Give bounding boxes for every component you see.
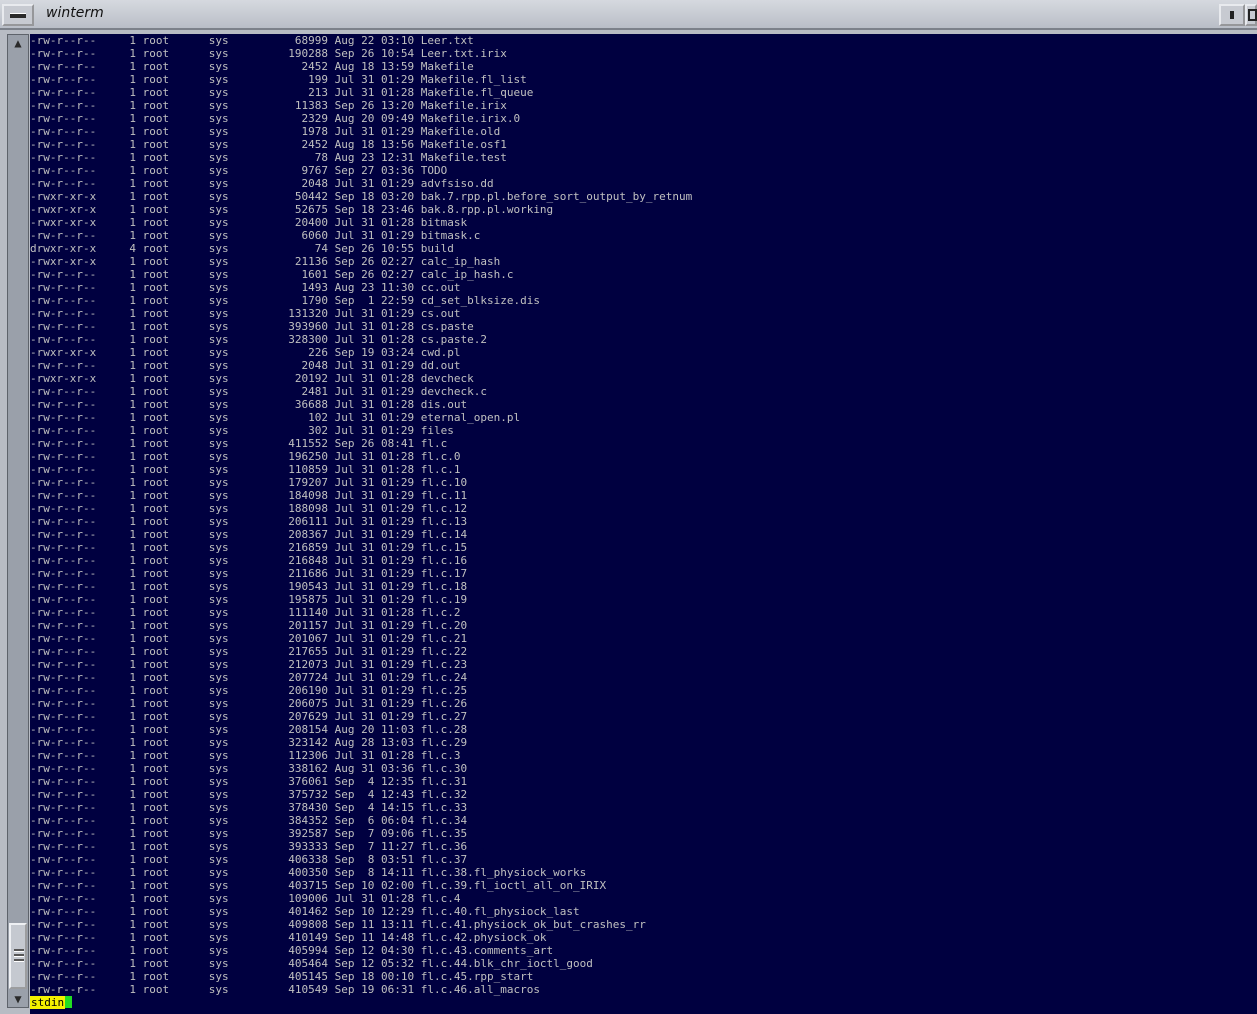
listing-row: -rw-r--r-- 1 root sys 11383 Sep 26 13:20… bbox=[30, 99, 507, 112]
listing-row: -rw-r--r-- 1 root sys 410549 Sep 19 06:3… bbox=[30, 983, 540, 996]
listing-row: -rw-r--r-- 1 root sys 208367 Jul 31 01:2… bbox=[30, 528, 468, 541]
listing-row: -rw-r--r-- 1 root sys 302 Jul 31 01:29 f… bbox=[30, 424, 454, 437]
text-cursor bbox=[65, 996, 73, 1008]
listing-row: -rw-r--r-- 1 root sys 410149 Sep 11 14:4… bbox=[30, 931, 547, 944]
listing-row: -rwxr-xr-x 1 root sys 52675 Sep 18 23:46… bbox=[30, 203, 554, 216]
listing-row: -rw-r--r-- 1 root sys 195875 Jul 31 01:2… bbox=[30, 593, 468, 606]
maximize-icon bbox=[1248, 9, 1257, 21]
listing-row: -rw-r--r-- 1 root sys 184098 Jul 31 01:2… bbox=[30, 489, 468, 502]
scrollbar-thumb[interactable] bbox=[9, 923, 27, 989]
maximize-button[interactable] bbox=[1245, 4, 1257, 26]
listing-row: -rw-r--r-- 1 root sys 401462 Sep 10 12:2… bbox=[30, 905, 580, 918]
directory-listing: -rw-r--r-- 1 root sys 68999 Aug 22 03:10… bbox=[30, 34, 692, 996]
minimize-icon bbox=[1230, 11, 1234, 19]
scroll-down-arrow-icon[interactable]: ▼ bbox=[9, 992, 27, 1006]
listing-row: -rw-r--r-- 1 root sys 409808 Sep 11 13:1… bbox=[30, 918, 646, 931]
listing-row: -rw-r--r-- 1 root sys 384352 Sep 6 06:04… bbox=[30, 814, 468, 827]
listing-row: -rw-r--r-- 1 root sys 201067 Jul 31 01:2… bbox=[30, 632, 468, 645]
title-bar[interactable]: winterm bbox=[0, 0, 1257, 30]
listing-row: -rw-r--r-- 1 root sys 190543 Jul 31 01:2… bbox=[30, 580, 468, 593]
listing-row: -rw-r--r-- 1 root sys 36688 Jul 31 01:28… bbox=[30, 398, 468, 411]
listing-row: -rw-r--r-- 1 root sys 405994 Sep 12 04:3… bbox=[30, 944, 554, 957]
listing-row: -rw-r--r-- 1 root sys 201157 Jul 31 01:2… bbox=[30, 619, 468, 632]
listing-row: -rw-r--r-- 1 root sys 378430 Sep 4 14:15… bbox=[30, 801, 468, 814]
listing-row: -rw-r--r-- 1 root sys 2452 Aug 18 13:56 … bbox=[30, 138, 507, 151]
window-menu-button[interactable] bbox=[2, 4, 34, 26]
listing-row: -rw-r--r-- 1 root sys 323142 Aug 28 13:0… bbox=[30, 736, 468, 749]
listing-row: -rw-r--r-- 1 root sys 375732 Sep 4 12:43… bbox=[30, 788, 468, 801]
listing-row: drwxr-xr-x 4 root sys 74 Sep 26 10:55 bu… bbox=[30, 242, 454, 255]
listing-row: -rw-r--r-- 1 root sys 2048 Jul 31 01:29 … bbox=[30, 177, 494, 190]
listing-row: -rw-r--r-- 1 root sys 179207 Jul 31 01:2… bbox=[30, 476, 468, 489]
listing-row: -rw-r--r-- 1 root sys 338162 Aug 31 03:3… bbox=[30, 762, 468, 775]
listing-row: -rw-r--r-- 1 root sys 9767 Sep 27 03:36 … bbox=[30, 164, 448, 177]
listing-row: -rw-r--r-- 1 root sys 411552 Sep 26 08:4… bbox=[30, 437, 448, 450]
window-title: winterm bbox=[46, 5, 104, 21]
terminal-output[interactable]: -rw-r--r-- 1 root sys 68999 Aug 22 03:10… bbox=[30, 34, 1257, 1014]
listing-row: -rwxr-xr-x 1 root sys 20400 Jul 31 01:28… bbox=[30, 216, 468, 229]
listing-row: -rw-r--r-- 1 root sys 2452 Aug 18 13:59 … bbox=[30, 60, 474, 73]
listing-row: -rw-r--r-- 1 root sys 403715 Sep 10 02:0… bbox=[30, 879, 607, 892]
listing-row: -rw-r--r-- 1 root sys 392587 Sep 7 09:06… bbox=[30, 827, 468, 840]
listing-row: -rw-r--r-- 1 root sys 196250 Jul 31 01:2… bbox=[30, 450, 461, 463]
prompt-line: stdin bbox=[30, 996, 73, 1009]
listing-row: -rw-r--r-- 1 root sys 217655 Jul 31 01:2… bbox=[30, 645, 468, 658]
listing-row: -rw-r--r-- 1 root sys 131320 Jul 31 01:2… bbox=[30, 307, 461, 320]
listing-row: -rw-r--r-- 1 root sys 2048 Jul 31 01:29 … bbox=[30, 359, 461, 372]
terminal-window: winterm ▲ ▼ -rw-r--r-- 1 root sys 68999 … bbox=[0, 0, 1257, 1014]
listing-row: -rw-r--r-- 1 root sys 102 Jul 31 01:29 e… bbox=[30, 411, 521, 424]
listing-row: -rw-r--r-- 1 root sys 2329 Aug 20 09:49 … bbox=[30, 112, 521, 125]
listing-row: -rw-r--r-- 1 root sys 405145 Sep 18 00:1… bbox=[30, 970, 534, 983]
listing-row: -rw-r--r-- 1 root sys 190288 Sep 26 10:5… bbox=[30, 47, 507, 60]
listing-row: -rw-r--r-- 1 root sys 405464 Sep 12 05:3… bbox=[30, 957, 593, 970]
listing-row: -rw-r--r-- 1 root sys 213 Jul 31 01:28 M… bbox=[30, 86, 534, 99]
listing-row: -rw-r--r-- 1 root sys 188098 Jul 31 01:2… bbox=[30, 502, 468, 515]
listing-row: -rw-r--r-- 1 root sys 207724 Jul 31 01:2… bbox=[30, 671, 468, 684]
listing-row: -rw-r--r-- 1 root sys 1601 Sep 26 02:27 … bbox=[30, 268, 514, 281]
listing-row: -rw-r--r-- 1 root sys 1978 Jul 31 01:29 … bbox=[30, 125, 501, 138]
listing-row: -rw-r--r-- 1 root sys 1493 Aug 23 11:30 … bbox=[30, 281, 461, 294]
listing-row: -rwxr-xr-x 1 root sys 226 Sep 19 03:24 c… bbox=[30, 346, 461, 359]
listing-row: -rwxr-xr-x 1 root sys 21136 Sep 26 02:27… bbox=[30, 255, 501, 268]
listing-row: -rw-r--r-- 1 root sys 206190 Jul 31 01:2… bbox=[30, 684, 468, 697]
listing-row: -rw-r--r-- 1 root sys 208154 Aug 20 11:0… bbox=[30, 723, 468, 736]
minimize-button[interactable] bbox=[1219, 4, 1245, 26]
listing-row: -rw-r--r-- 1 root sys 112306 Jul 31 01:2… bbox=[30, 749, 461, 762]
listing-row: -rw-r--r-- 1 root sys 6060 Jul 31 01:29 … bbox=[30, 229, 481, 242]
listing-row: -rw-r--r-- 1 root sys 111140 Jul 31 01:2… bbox=[30, 606, 461, 619]
listing-row: -rw-r--r-- 1 root sys 109006 Jul 31 01:2… bbox=[30, 892, 461, 905]
listing-row: -rw-r--r-- 1 root sys 199 Jul 31 01:29 M… bbox=[30, 73, 527, 86]
listing-row: -rw-r--r-- 1 root sys 393960 Jul 31 01:2… bbox=[30, 320, 474, 333]
listing-row: -rw-r--r-- 1 root sys 212073 Jul 31 01:2… bbox=[30, 658, 468, 671]
listing-row: -rwxr-xr-x 1 root sys 20192 Jul 31 01:28… bbox=[30, 372, 474, 385]
listing-row: -rw-r--r-- 1 root sys 78 Aug 23 12:31 Ma… bbox=[30, 151, 507, 164]
listing-row: -rw-r--r-- 1 root sys 206111 Jul 31 01:2… bbox=[30, 515, 468, 528]
listing-row: -rw-r--r-- 1 root sys 216859 Jul 31 01:2… bbox=[30, 541, 468, 554]
listing-row: -rw-r--r-- 1 root sys 376061 Sep 4 12:35… bbox=[30, 775, 468, 788]
listing-row: -rw-r--r-- 1 root sys 216848 Jul 31 01:2… bbox=[30, 554, 468, 567]
listing-row: -rw-r--r-- 1 root sys 328300 Jul 31 01:2… bbox=[30, 333, 487, 346]
listing-row: -rw-r--r-- 1 root sys 211686 Jul 31 01:2… bbox=[30, 567, 468, 580]
listing-row: -rw-r--r-- 1 root sys 207629 Jul 31 01:2… bbox=[30, 710, 468, 723]
listing-row: -rwxr-xr-x 1 root sys 50442 Sep 18 03:20… bbox=[30, 190, 693, 203]
listing-row: -rw-r--r-- 1 root sys 2481 Jul 31 01:29 … bbox=[30, 385, 487, 398]
window-menu-icon bbox=[10, 13, 26, 18]
listing-row: -rw-r--r-- 1 root sys 206075 Jul 31 01:2… bbox=[30, 697, 468, 710]
vertical-scrollbar[interactable]: ▲ ▼ bbox=[7, 34, 29, 1008]
listing-row: -rw-r--r-- 1 root sys 393333 Sep 7 11:27… bbox=[30, 840, 468, 853]
listing-row: -rw-r--r-- 1 root sys 400350 Sep 8 14:11… bbox=[30, 866, 587, 879]
grip-icon bbox=[14, 959, 24, 962]
listing-row: -rw-r--r-- 1 root sys 406338 Sep 8 03:51… bbox=[30, 853, 468, 866]
grip-icon bbox=[14, 949, 24, 952]
listing-row: -rw-r--r-- 1 root sys 68999 Aug 22 03:10… bbox=[30, 34, 474, 47]
stdin-indicator: stdin bbox=[30, 996, 66, 1009]
listing-row: -rw-r--r-- 1 root sys 110859 Jul 31 01:2… bbox=[30, 463, 461, 476]
listing-row: -rw-r--r-- 1 root sys 1790 Sep 1 22:59 c… bbox=[30, 294, 540, 307]
scroll-up-arrow-icon[interactable]: ▲ bbox=[9, 36, 27, 50]
grip-icon bbox=[14, 954, 24, 957]
